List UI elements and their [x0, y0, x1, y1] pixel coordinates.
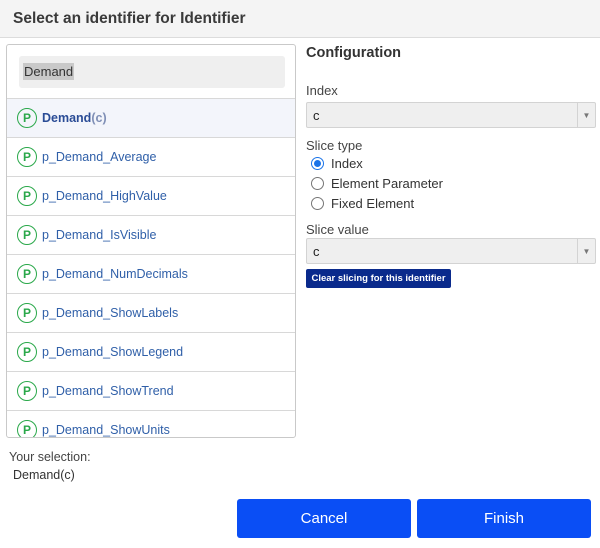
selection-value: Demand(c) — [13, 468, 75, 482]
identifier-list: P Demand(c) P p_Demand_Average P p_Deman… — [7, 99, 295, 437]
slice-value-label: Slice value — [306, 222, 369, 237]
clear-slicing-button[interactable]: Clear slicing for this identifier — [306, 269, 451, 288]
search-area: Demand — [7, 45, 295, 99]
parameter-icon: P — [17, 342, 37, 362]
radio-label: Fixed Element — [331, 196, 415, 211]
list-item-demand-showunits[interactable]: P p_Demand_ShowUnits — [7, 411, 295, 437]
parameter-icon: P — [17, 225, 37, 245]
search-input-value: Demand — [23, 63, 75, 80]
parameter-icon: P — [17, 303, 37, 323]
list-item-demand-showtrend[interactable]: P p_Demand_ShowTrend — [7, 372, 295, 411]
list-item-label: p_Demand_ShowLegend — [42, 345, 184, 359]
list-item-demand-isvisible[interactable]: P p_Demand_IsVisible — [7, 216, 295, 255]
radio-element-parameter[interactable]: Element Parameter — [311, 176, 443, 191]
radio-button[interactable] — [311, 177, 324, 190]
index-select-value: c — [313, 108, 320, 123]
list-item-demand[interactable]: P Demand(c) — [7, 99, 295, 138]
identifier-list-panel: Demand P Demand(c) P p_Demand_Average P … — [6, 44, 296, 438]
list-item-label: p_Demand_ShowUnits — [42, 423, 170, 437]
parameter-icon: P — [17, 381, 37, 401]
configuration-title: Configuration — [306, 45, 402, 61]
list-item-label: Demand(c) — [42, 111, 107, 125]
parameter-icon: P — [17, 108, 37, 128]
dialog-header: Select an identifier for Identifier — [0, 0, 600, 38]
parameter-icon: P — [17, 420, 37, 437]
radio-label: Element Parameter — [331, 176, 443, 191]
list-item-demand-numdecimals[interactable]: P p_Demand_NumDecimals — [7, 255, 295, 294]
radio-button-checked[interactable] — [311, 157, 324, 170]
chevron-down-icon: ▼ — [577, 103, 595, 127]
cancel-button[interactable]: Cancel — [237, 499, 411, 538]
list-item-label: p_Demand_ShowLabels — [42, 306, 179, 320]
radio-index[interactable]: Index — [311, 156, 363, 171]
radio-button[interactable] — [311, 197, 324, 210]
list-item-label: p_Demand_HighValue — [42, 189, 167, 203]
list-item-demand-showlabels[interactable]: P p_Demand_ShowLabels — [7, 294, 295, 333]
slice-value-select[interactable]: c ▼ — [306, 238, 596, 264]
list-item-label: p_Demand_IsVisible — [42, 228, 157, 242]
index-select[interactable]: c ▼ — [306, 102, 596, 128]
radio-fixed-element[interactable]: Fixed Element — [311, 196, 414, 211]
list-item-label: p_Demand_Average — [42, 150, 157, 164]
selection-label: Your selection: — [9, 450, 91, 464]
slice-type-label: Slice type — [306, 138, 363, 153]
parameter-icon: P — [17, 186, 37, 206]
list-item-demand-average[interactable]: P p_Demand_Average — [7, 138, 295, 177]
radio-label: Index — [331, 156, 363, 171]
list-item-label: p_Demand_ShowTrend — [42, 384, 174, 398]
slice-value-select-value: c — [313, 244, 320, 259]
dialog-title: Select an identifier for Identifier — [13, 10, 246, 27]
list-item-demand-showlegend[interactable]: P p_Demand_ShowLegend — [7, 333, 295, 372]
parameter-icon: P — [17, 147, 37, 167]
list-item-demand-highvalue[interactable]: P p_Demand_HighValue — [7, 177, 295, 216]
index-label: Index — [306, 83, 338, 98]
chevron-down-icon: ▼ — [577, 239, 595, 263]
parameter-icon: P — [17, 264, 37, 284]
finish-button[interactable]: Finish — [417, 499, 591, 538]
list-item-label: p_Demand_NumDecimals — [42, 267, 188, 281]
